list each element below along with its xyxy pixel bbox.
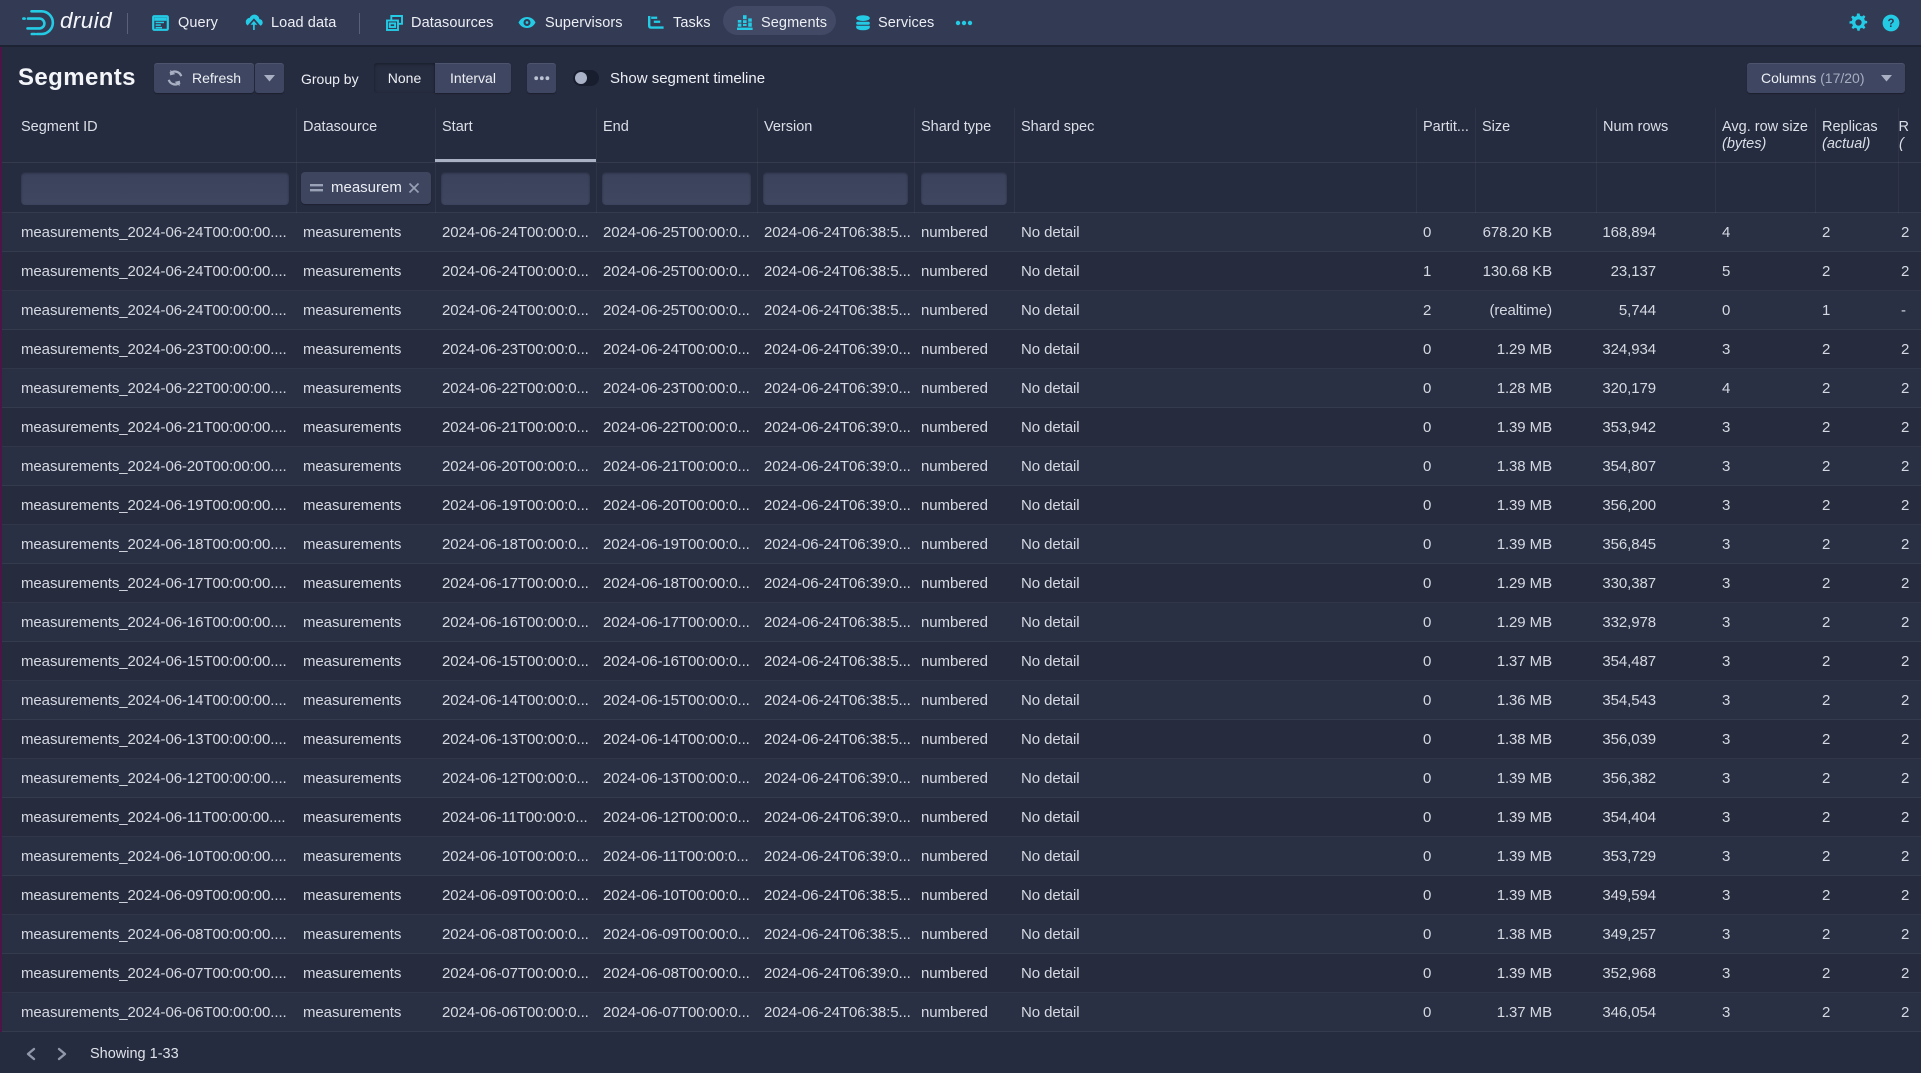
- svg-text:?: ?: [1887, 18, 1894, 30]
